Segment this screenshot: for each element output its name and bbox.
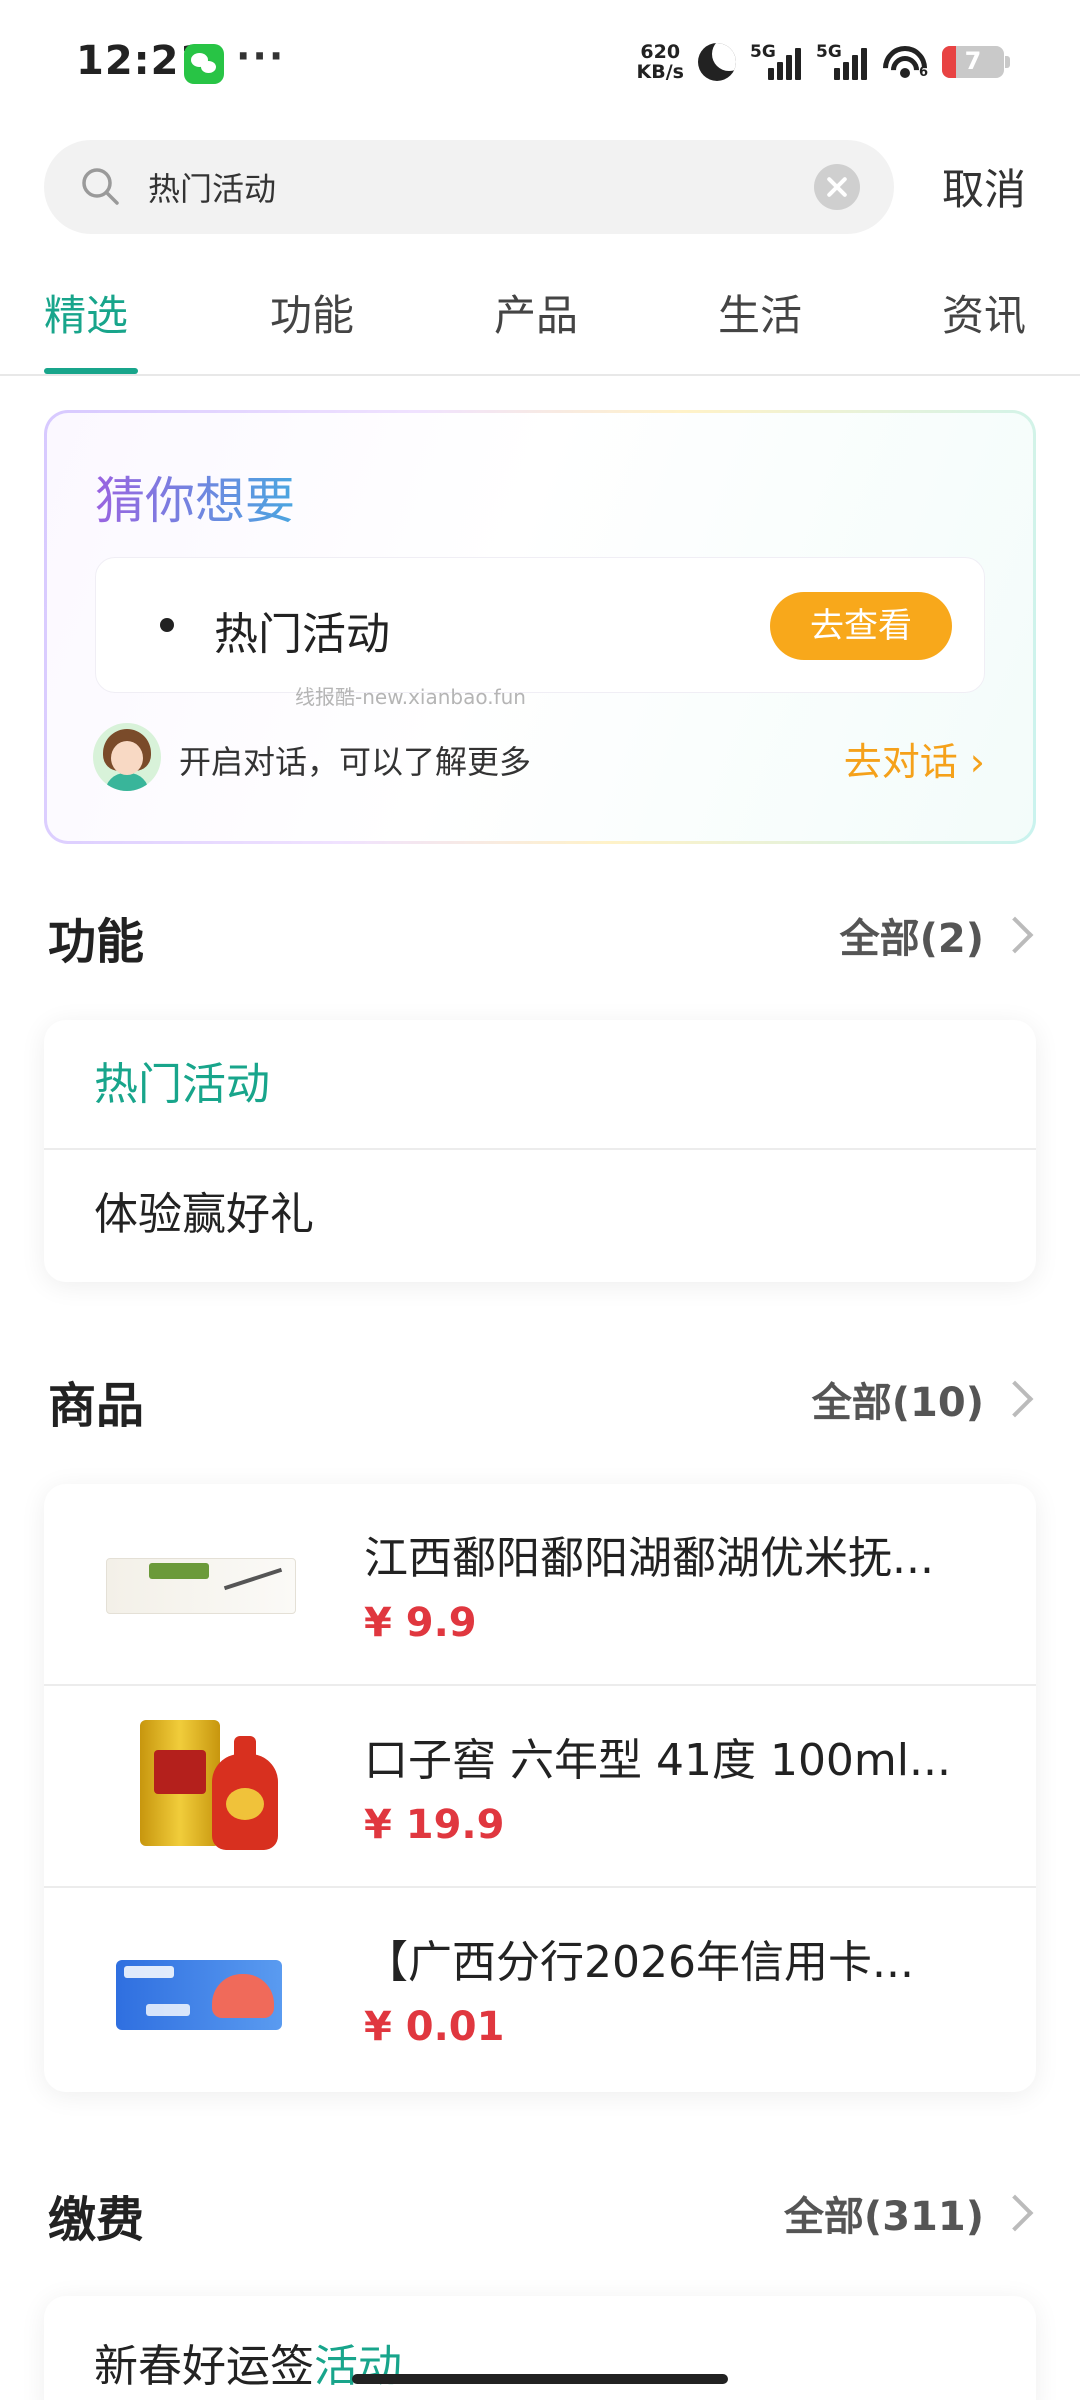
guess-title: 猜你想要 [95,461,295,533]
status-icons: 620 KB/s 5G 5G 6 7 [637,38,1010,86]
products-section-title: 商品 [48,1378,145,1434]
product-name: 【广西分行2026年信用卡... [364,1937,914,1988]
bullet-icon [160,618,174,632]
payment-item[interactable]: 新春好运签活动 [94,2330,402,2394]
guess-card: 猜你想要 热门活动 去查看 线报酷-new.xianbao.fun 开启对话，可… [44,410,1036,844]
product-row[interactable]: 江西鄱阳鄱阳湖鄱湖优米抚... ¥ 9.9 [44,1484,1036,1686]
start-chat-link[interactable]: 去对话 › [844,731,985,786]
functions-section-title: 功能 [48,914,145,970]
guess-item-label: 热门活动 [214,609,390,660]
functions-card: 热门活动 体验赢好礼 [44,1020,1036,1282]
payments-view-all[interactable]: 全部(311) [784,2184,984,2242]
watermark: 线报酷-new.xianbao.fun [295,685,526,709]
functions-view-all[interactable]: 全部(2) [840,906,984,964]
network-speed: 620 KB/s [637,42,684,82]
payment-item-text: 新春好运签 [94,2341,314,2392]
product-price: ¥ 19.9 [364,1802,505,1848]
product-row[interactable]: 【广西分行2026年信用卡... ¥ 0.01 [44,1888,1036,2090]
clear-icon[interactable] [814,164,860,210]
assistant-avatar [93,723,161,791]
chevron-right-icon: › [969,740,985,784]
products-card: 江西鄱阳鄱阳湖鄱湖优米抚... ¥ 9.9 口子窖 六年型 41度 100ml.… [44,1484,1036,2092]
product-price: ¥ 9.9 [364,1600,477,1646]
function-item[interactable]: 体验赢好礼 [44,1150,1036,1280]
payments-section-title: 缴费 [48,2192,145,2248]
signal-2-label: 5G [816,42,842,62]
network-speed-unit: KB/s [636,61,684,83]
product-row[interactable]: 口子窖 六年型 41度 100ml... ¥ 19.9 [44,1686,1036,1888]
chat-prompt: 开启对话，可以了解更多 [179,743,532,781]
wifi-sub-label: 6 [918,65,928,80]
wifi-icon: 6 [882,44,928,80]
tab-bar: 精选 功能 产品 生活 资讯 [0,270,1080,376]
search-icon [82,168,119,205]
product-image-toothbrush [100,1512,296,1658]
tab-featured[interactable]: 精选 [44,282,128,343]
product-image-coupon [100,1916,282,2062]
chevron-right-icon[interactable] [996,1380,1034,1418]
chevron-right-icon[interactable] [996,916,1034,954]
tab-products[interactable]: 产品 [494,282,578,343]
payments-card: 新春好运签活动 [44,2296,1036,2400]
signal-icon: 5G [816,42,868,82]
battery-icon: 7 [942,46,1010,78]
search-bar[interactable] [44,140,894,234]
more-notifications-icon: ··· [236,34,286,78]
home-indicator[interactable] [352,2374,728,2384]
go-view-button[interactable]: 去查看 [770,592,952,660]
product-price: ¥ 0.01 [364,2004,505,2050]
product-name: 江西鄱阳鄱阳湖鄱湖优米抚... [364,1533,934,1584]
active-tab-indicator [44,368,138,374]
start-chat-label: 去对话 [843,740,958,784]
battery-level: 7 [964,47,982,75]
tab-functions[interactable]: 功能 [270,282,354,343]
function-item[interactable]: 热门活动 [44,1020,1036,1150]
tab-news[interactable]: 资讯 [942,282,1026,343]
signal-icon: 5G [750,42,802,82]
search-input[interactable] [148,164,788,210]
network-speed-value: 620 [640,41,681,63]
cancel-button[interactable]: 取消 [942,156,1026,217]
tab-life[interactable]: 生活 [718,282,802,343]
chevron-right-icon[interactable] [996,2194,1034,2232]
products-view-all[interactable]: 全部(10) [812,1370,984,1428]
wechat-icon [184,44,224,84]
status-bar: 12:21 ··· 620 KB/s 5G 5G 6 7 [0,0,1080,124]
product-name: 口子窖 六年型 41度 100ml... [364,1735,951,1786]
product-image-liquor [100,1714,280,1860]
payment-item-highlight: 活动 [314,2341,402,2392]
guess-item[interactable]: 热门活动 去查看 [95,557,985,693]
signal-1-label: 5G [750,42,776,62]
moon-icon [698,43,736,81]
